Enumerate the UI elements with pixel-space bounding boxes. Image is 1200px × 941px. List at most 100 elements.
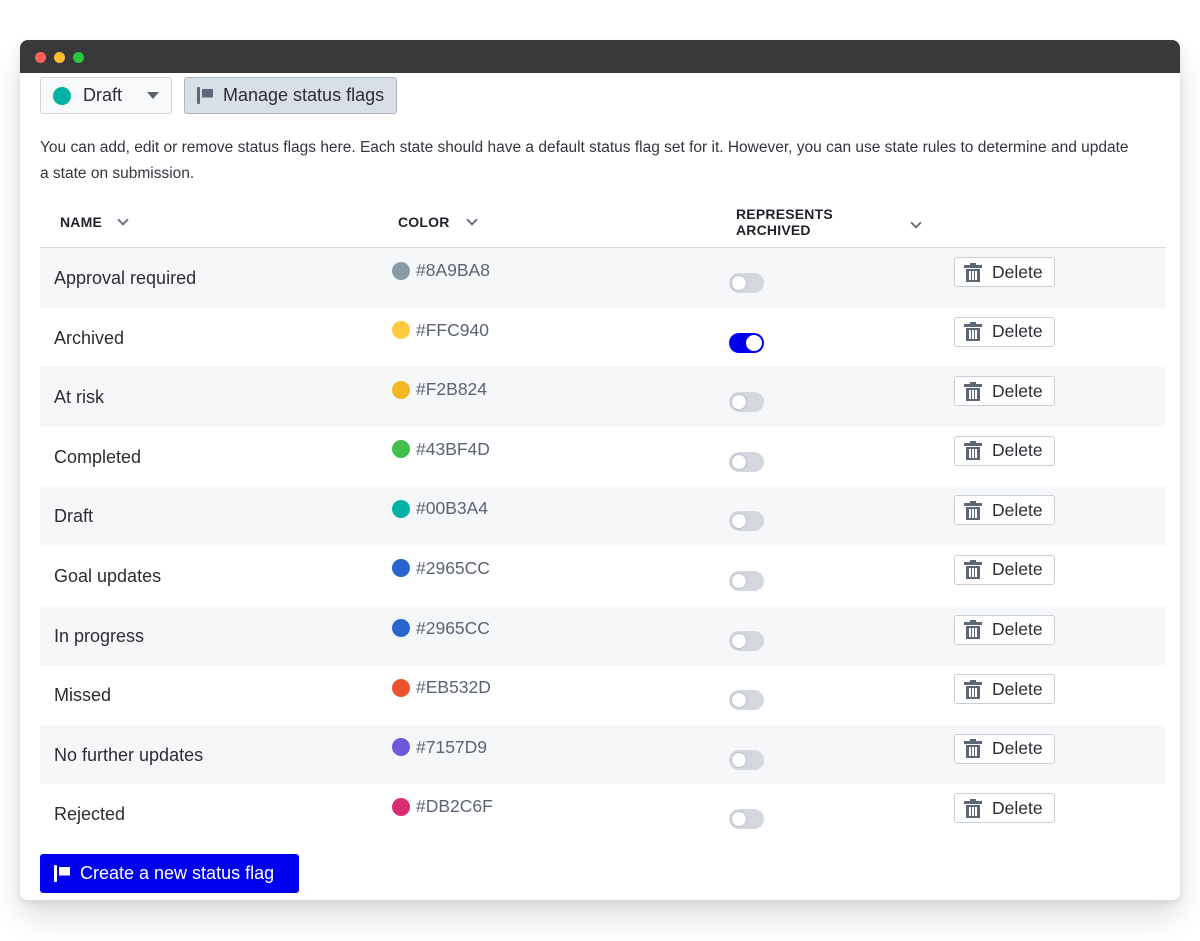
description-text: You can add, edit or remove status flags… bbox=[40, 139, 1129, 182]
manage-status-flags-label: Manage status flags bbox=[223, 85, 385, 105]
toggle-knob bbox=[746, 334, 762, 351]
state-color-dot bbox=[53, 86, 71, 105]
flag-icon bbox=[197, 86, 213, 105]
trash-icon bbox=[964, 500, 982, 520]
flag-name: In progress bbox=[54, 625, 145, 646]
delete-button[interactable]: Delete bbox=[954, 614, 1055, 645]
delete-button[interactable]: Delete bbox=[954, 733, 1055, 764]
trash-icon bbox=[964, 798, 982, 818]
table-body: Approval required #8A9BA8 Delete Archived #F… bbox=[40, 248, 1166, 844]
delete-button[interactable]: Delete bbox=[954, 554, 1055, 585]
trash-icon bbox=[964, 262, 982, 282]
flag-icon bbox=[54, 864, 70, 883]
flag-color: #2965CC bbox=[392, 618, 490, 639]
toggle-knob bbox=[731, 632, 747, 649]
toggle-knob bbox=[731, 394, 747, 411]
table-row: At risk #F2B824 Delete bbox=[40, 367, 1166, 427]
delete-label: Delete bbox=[992, 678, 1043, 699]
minimize-window-button[interactable] bbox=[54, 52, 65, 63]
delete-button[interactable]: Delete bbox=[954, 793, 1055, 824]
manage-status-flags-button[interactable]: Manage status flags bbox=[184, 77, 398, 114]
delete-label: Delete bbox=[992, 499, 1043, 520]
table-row: In progress #2965CC Delete bbox=[40, 605, 1166, 666]
color-hex: #43BF4D bbox=[416, 438, 490, 459]
caret-down-icon bbox=[147, 92, 159, 99]
flag-color: #EB532D bbox=[392, 677, 491, 698]
trash-icon bbox=[964, 739, 982, 759]
flag-color: #43BF4D bbox=[392, 439, 490, 460]
delete-label: Delete bbox=[992, 261, 1043, 282]
table-header: NAME COLOR REPRESENTS ARCHIVED bbox=[40, 195, 1166, 248]
column-header-label: REPRESENTS ARCHIVED bbox=[736, 205, 833, 238]
represents-archived-toggle[interactable] bbox=[729, 749, 764, 770]
flag-color: #FFC940 bbox=[392, 320, 489, 341]
toggle-knob bbox=[731, 692, 747, 709]
trash-icon bbox=[964, 381, 982, 401]
delete-button[interactable]: Delete bbox=[954, 435, 1055, 466]
chevron-down-icon bbox=[117, 213, 129, 226]
delete-label: Delete bbox=[992, 619, 1043, 640]
flag-name: No further updates bbox=[54, 744, 204, 765]
flag-color: #00B3A4 bbox=[392, 498, 488, 519]
color-hex: #F2B824 bbox=[416, 379, 488, 400]
flag-name: Draft bbox=[54, 506, 94, 527]
color-swatch bbox=[392, 380, 410, 399]
trash-icon bbox=[964, 560, 982, 580]
maximize-window-button[interactable] bbox=[73, 52, 84, 63]
color-swatch bbox=[392, 321, 410, 340]
color-swatch bbox=[392, 738, 410, 757]
represents-archived-toggle[interactable] bbox=[729, 809, 764, 830]
color-hex: #FFC940 bbox=[416, 319, 489, 340]
toggle-knob bbox=[731, 275, 747, 291]
create-status-flag-button[interactable]: Create a new status flag bbox=[40, 854, 299, 893]
represents-archived-toggle[interactable] bbox=[729, 511, 764, 532]
represents-archived-toggle[interactable] bbox=[729, 332, 764, 353]
delete-button[interactable]: Delete bbox=[954, 674, 1055, 705]
column-header-represents-archived[interactable]: REPRESENTS ARCHIVED bbox=[736, 195, 926, 248]
flag-name: Missed bbox=[54, 685, 112, 706]
toggle-knob bbox=[731, 751, 747, 768]
table-row: Rejected #DB2C6F Delete bbox=[40, 784, 1166, 844]
color-hex: #2965CC bbox=[416, 617, 490, 638]
column-header-name[interactable]: NAME bbox=[60, 195, 129, 248]
close-window-button[interactable] bbox=[35, 52, 46, 63]
delete-button[interactable]: Delete bbox=[954, 495, 1055, 526]
color-swatch bbox=[392, 797, 410, 816]
color-hex: #7157D9 bbox=[416, 736, 488, 757]
trash-icon bbox=[964, 441, 982, 461]
chevron-down-icon bbox=[465, 213, 478, 226]
column-header-label: NAME bbox=[60, 213, 103, 230]
represents-archived-toggle[interactable] bbox=[729, 451, 764, 472]
color-swatch bbox=[392, 440, 410, 459]
column-header-color[interactable]: COLOR bbox=[398, 195, 478, 248]
delete-label: Delete bbox=[992, 797, 1043, 818]
flag-name: Goal updates bbox=[54, 565, 162, 586]
represents-archived-toggle[interactable] bbox=[729, 570, 764, 591]
color-hex: #DB2C6F bbox=[416, 796, 493, 817]
state-select-value: Draft bbox=[83, 85, 123, 105]
delete-label: Delete bbox=[992, 440, 1043, 461]
table-row: Draft #00B3A4 Delete bbox=[40, 486, 1166, 546]
represents-archived-toggle[interactable] bbox=[729, 630, 764, 651]
table-row: Missed #EB532D Delete bbox=[40, 665, 1166, 725]
flag-name: Approval required bbox=[54, 268, 197, 288]
delete-button[interactable]: Delete bbox=[954, 316, 1055, 347]
represents-archived-toggle[interactable] bbox=[729, 273, 764, 293]
delete-label: Delete bbox=[992, 738, 1043, 759]
toolbar: Draft Manage status flags bbox=[40, 77, 398, 114]
table-row: No further updates #7157D9 Delete bbox=[40, 724, 1166, 785]
state-select[interactable]: Draft bbox=[40, 77, 172, 114]
delete-button[interactable]: Delete bbox=[954, 257, 1055, 287]
column-header-label: COLOR bbox=[398, 213, 450, 230]
color-swatch bbox=[392, 619, 410, 638]
table-row: Goal updates #2965CC Delete bbox=[40, 546, 1166, 606]
create-status-flag-label: Create a new status flag bbox=[80, 863, 275, 883]
toggle-knob bbox=[731, 811, 747, 828]
title-bar bbox=[20, 40, 1180, 73]
trash-icon bbox=[964, 620, 982, 640]
represents-archived-toggle[interactable] bbox=[729, 392, 764, 413]
represents-archived-toggle[interactable] bbox=[729, 690, 764, 711]
delete-button[interactable]: Delete bbox=[954, 376, 1055, 407]
color-hex: #00B3A4 bbox=[416, 498, 489, 519]
color-hex: #2965CC bbox=[416, 557, 490, 578]
